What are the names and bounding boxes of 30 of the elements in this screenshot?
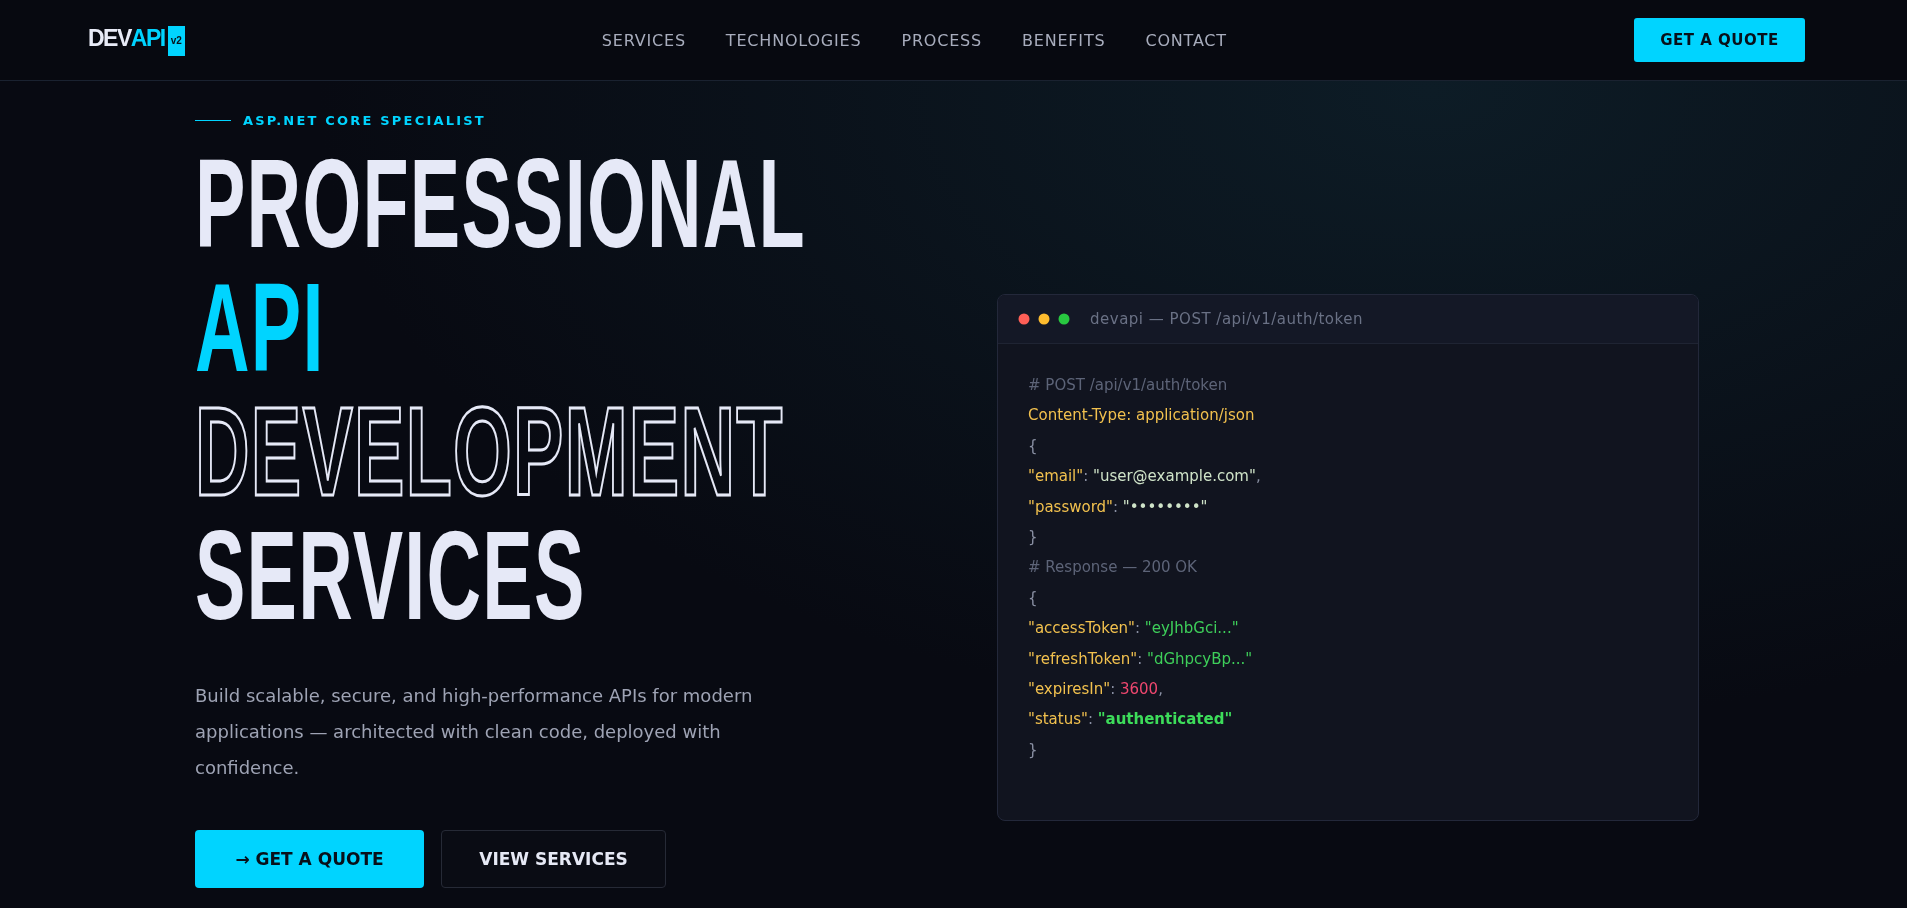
hero-description: Build scalable, secure, and high-performance APIs for modern applications — architected with clean code, deployed with confidence.: [195, 684, 754, 780]
hero-button[interactable]: VIEW SERVICES: [441, 830, 666, 888]
logo[interactable]: DEVAPI v2: [88, 22, 185, 58]
code-line: "expiresIn": 3600,: [1028, 679, 1164, 701]
code-line: {: [1028, 587, 1039, 609]
code-line: }: [1028, 739, 1039, 761]
nav-link[interactable]: CONTACT: [1145, 30, 1227, 50]
headline-line: DEVELOPMENT: [195, 390, 784, 514]
code-line: "status": "authenticated": [1028, 709, 1234, 731]
nav-link[interactable]: BENEFITS: [1022, 30, 1106, 50]
window-controls-icon: [1018, 313, 1070, 325]
code-line: "accessToken": "eyJhbGci...": [1028, 618, 1240, 640]
headline-line: PROFESSIONAL: [195, 142, 806, 266]
eyebrow-label: ASP.NET CORE SPECIALIST: [243, 113, 486, 128]
code-line: {: [1028, 435, 1039, 457]
code-line: "password": "••••••••": [1028, 496, 1209, 518]
code-line: # Response — 200 OK: [1028, 557, 1198, 579]
code-line: }: [1028, 527, 1039, 549]
code-line: Content-Type: application/json: [1028, 405, 1256, 427]
nav-link[interactable]: SERVICES: [601, 30, 686, 50]
nav-link[interactable]: PROCESS: [901, 30, 982, 50]
code-line: # POST /api/v1/auth/token: [1028, 375, 1229, 396]
window-title: devapi — POST /api/v1/auth/token: [1090, 310, 1363, 328]
code-line: "refreshToken": "dGhpcyBp...": [1028, 648, 1254, 670]
headline-line: SERVICES: [195, 514, 586, 638]
nav-link[interactable]: TECHNOLOGIES: [725, 30, 862, 50]
headline-line: API: [195, 266, 325, 390]
code-line: "email": "user@example.com",: [1028, 466, 1262, 488]
hero-button[interactable]: → GET A QUOTE: [195, 830, 424, 888]
get-quote-button[interactable]: GET A QUOTE: [1634, 18, 1805, 62]
